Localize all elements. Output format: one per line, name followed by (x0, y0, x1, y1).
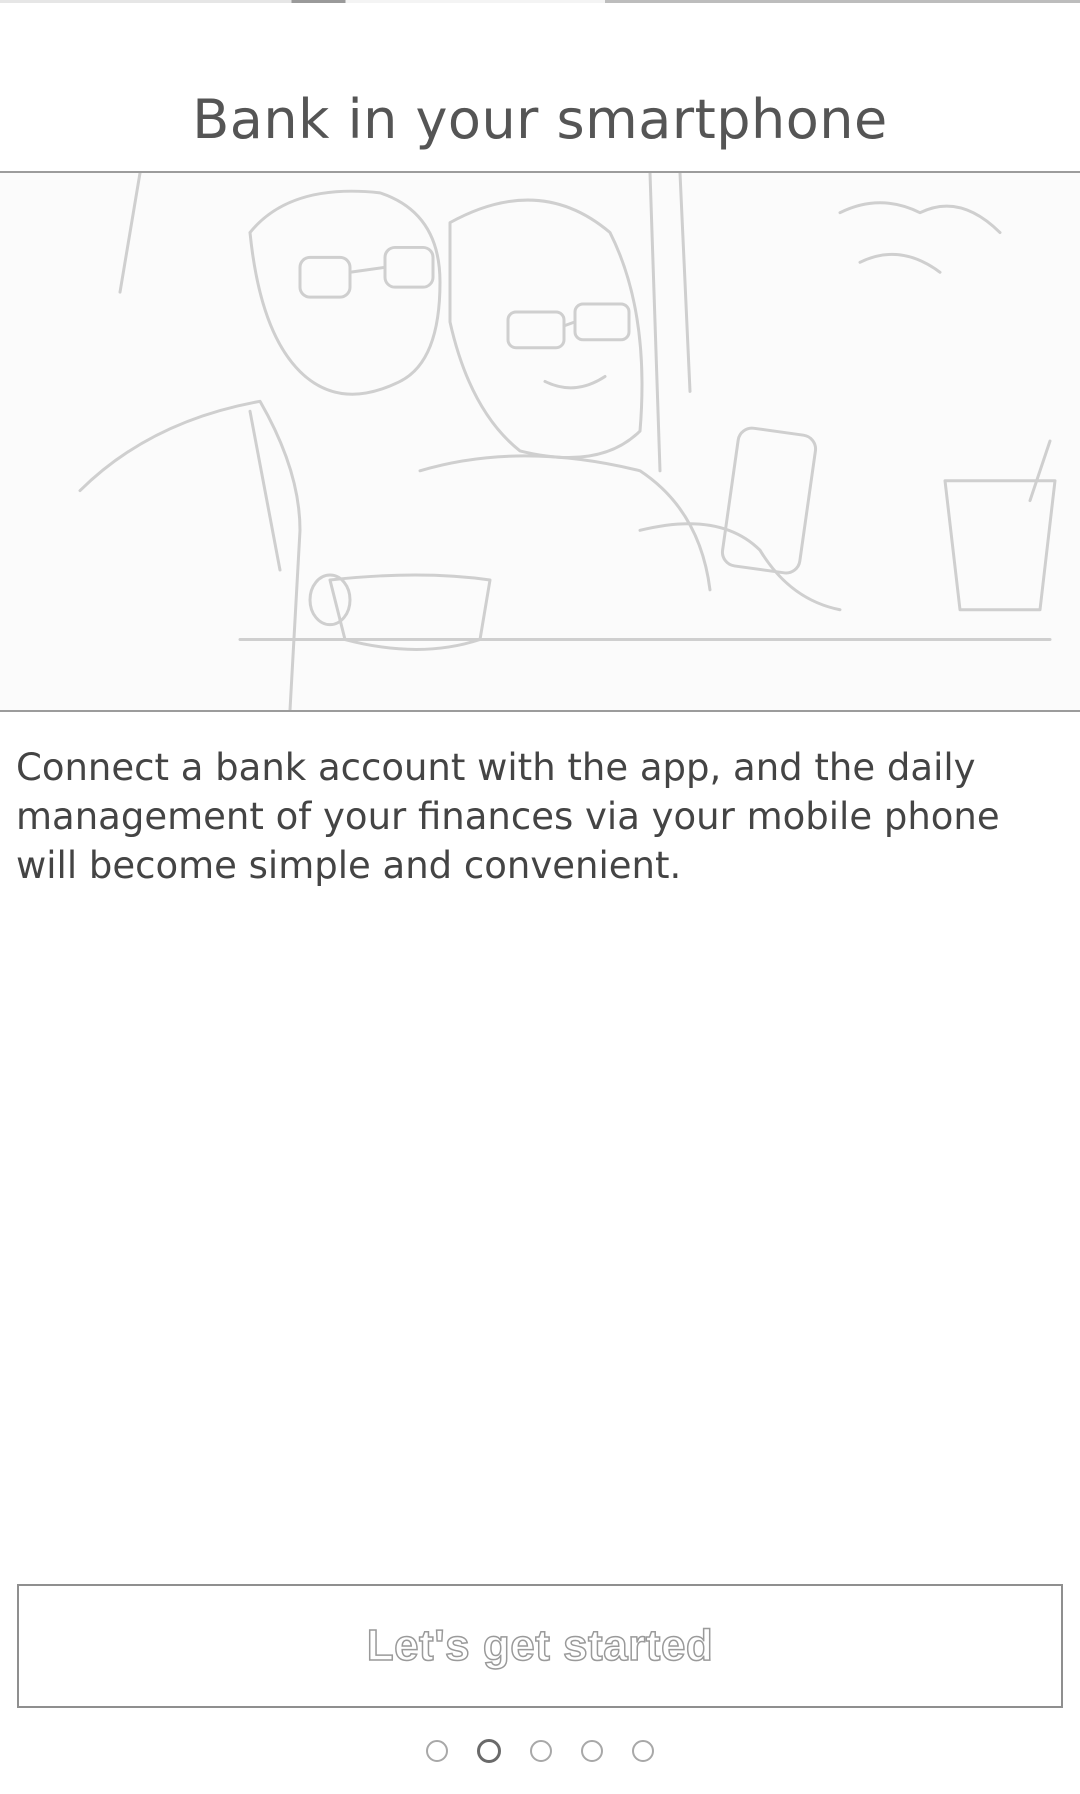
page-dot-1[interactable] (426, 1740, 448, 1762)
hero-image (0, 171, 1080, 712)
page-indicator (0, 1739, 1080, 1763)
hero-illustration (78, 173, 1057, 710)
page-dot-3[interactable] (530, 1740, 552, 1762)
get-started-button[interactable]: Let's get started (17, 1584, 1063, 1708)
page-dot-5[interactable] (632, 1740, 654, 1762)
status-bar-strip (0, 0, 1080, 3)
page-dot-2-active[interactable] (477, 1739, 501, 1763)
get-started-label: Let's get started (366, 1620, 714, 1671)
onboarding-description: Connect a bank account with the app, and… (16, 746, 1000, 887)
page-dot-4[interactable] (581, 1740, 603, 1762)
page-title: Bank in your smartphone (192, 88, 888, 151)
